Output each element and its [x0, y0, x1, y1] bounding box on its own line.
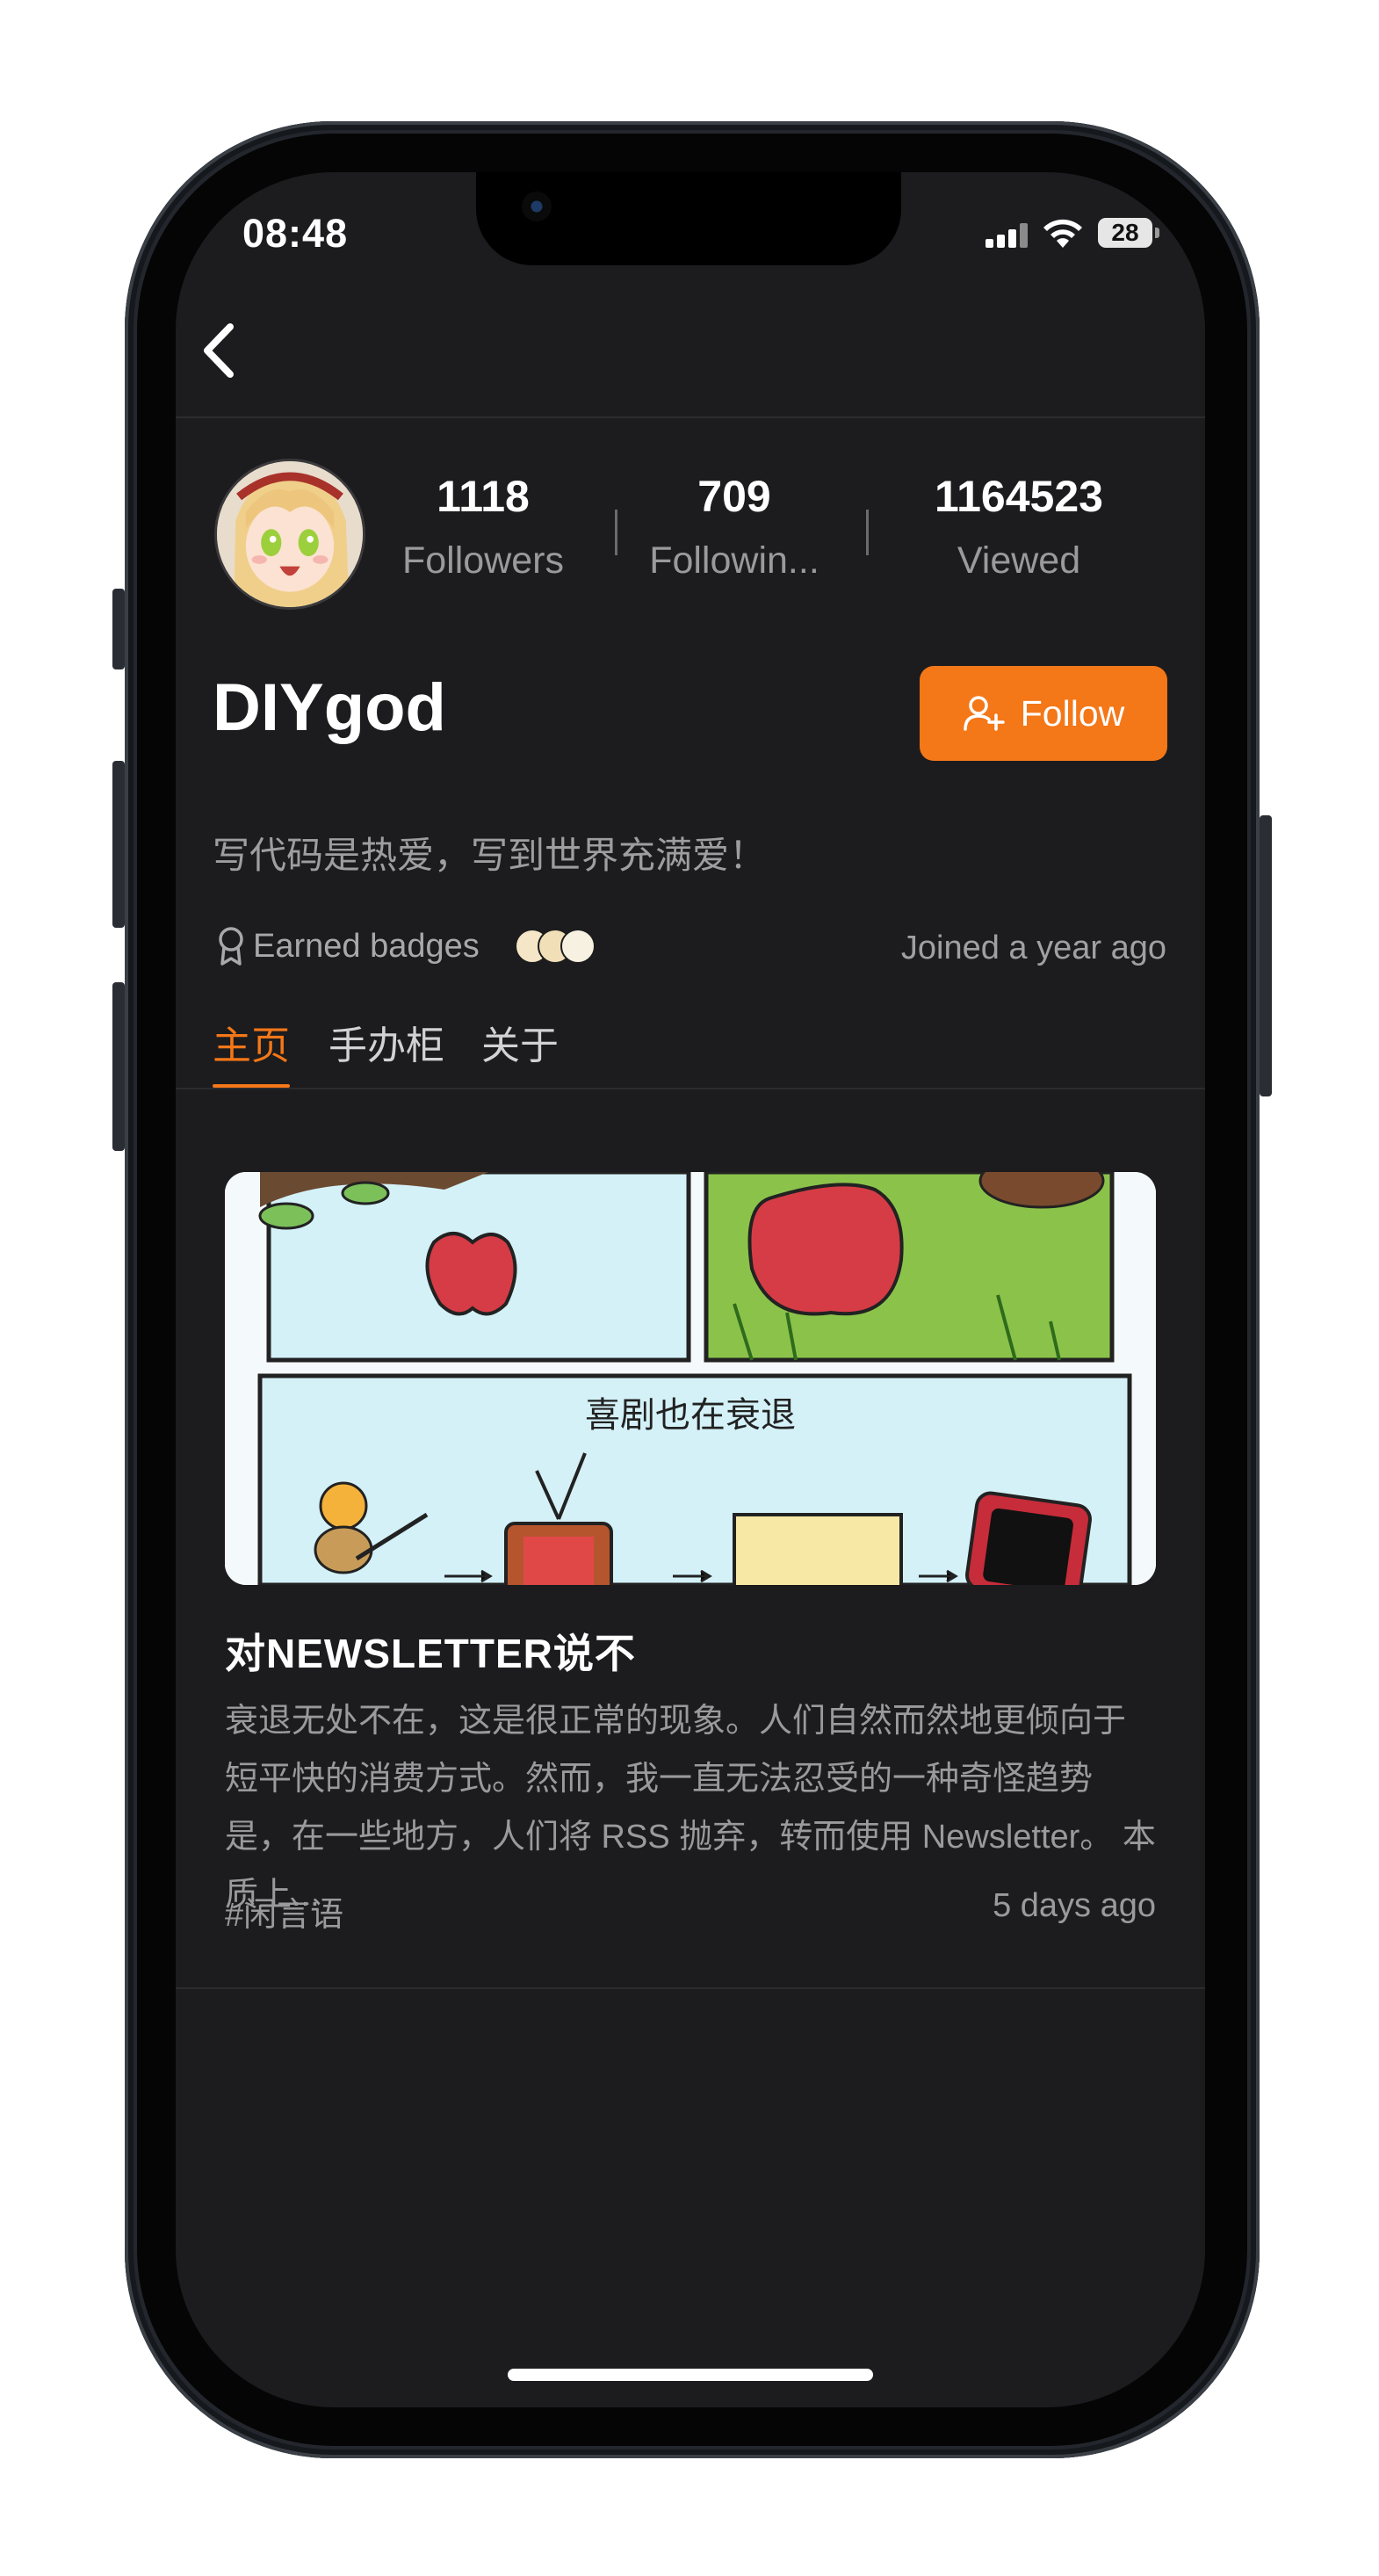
- tab-figure-cabinet[interactable]: 手办柜: [329, 1014, 444, 1070]
- back-chevron-icon[interactable]: [197, 320, 246, 381]
- stat-followers[interactable]: 1118 Followers: [379, 471, 587, 582]
- camera-icon: [522, 192, 552, 221]
- following-label: Followin...: [649, 539, 819, 582]
- user-plus-icon: [964, 696, 1005, 731]
- volume-down-button: [112, 982, 125, 1151]
- post-tag[interactable]: #闲言语: [225, 1887, 343, 1936]
- badge-icon: [560, 929, 596, 964]
- tabs-divider: [176, 1088, 1205, 1089]
- earned-badges[interactable]: Earned badges: [216, 926, 596, 966]
- badges-label: Earned badges: [253, 927, 480, 965]
- cellular-signal-icon: [986, 223, 1031, 248]
- username: DIYgod: [213, 670, 446, 745]
- stat-separator: [615, 510, 617, 555]
- viewed-label: Viewed: [957, 539, 1081, 582]
- battery-icon: 28: [1098, 218, 1159, 248]
- following-count: 709: [697, 472, 771, 521]
- nav-divider: [176, 416, 1205, 418]
- mute-switch: [112, 589, 125, 669]
- post-divider: [176, 1987, 1205, 1989]
- post-timestamp: 5 days ago: [993, 1887, 1156, 1924]
- award-ribbon-icon: [219, 927, 243, 966]
- badge-stack: [514, 929, 596, 964]
- home-indicator[interactable]: [508, 2369, 873, 2381]
- joined-date: Joined a year ago: [900, 930, 1166, 966]
- follow-button[interactable]: Follow: [920, 666, 1167, 761]
- power-button: [1260, 815, 1272, 1096]
- stat-separator: [866, 510, 869, 555]
- status-time: 08:48: [242, 211, 349, 256]
- comic-illustration: 喜剧也在衰退: [225, 1172, 1156, 1585]
- stat-viewed: 1164523 Viewed: [896, 471, 1142, 582]
- tab-about[interactable]: 关于: [481, 1014, 559, 1070]
- wifi-icon: [1043, 219, 1082, 248]
- tab-home[interactable]: 主页: [213, 1014, 290, 1070]
- comic-caption: 喜剧也在衰退: [585, 1395, 796, 1436]
- avatar[interactable]: [214, 459, 365, 610]
- post-title[interactable]: 对NEWSLETTER说不: [225, 1622, 636, 1680]
- stat-following[interactable]: 709 Followin...: [632, 471, 836, 582]
- volume-up-button: [112, 761, 125, 928]
- anime-avatar-illustration: [217, 461, 363, 607]
- followers-label: Followers: [402, 539, 564, 582]
- follow-label: Follow: [1020, 692, 1125, 734]
- post-cover-image[interactable]: 喜剧也在衰退: [225, 1172, 1156, 1585]
- profile-bio: 写代码是热爱，写到世界充满爱！: [213, 835, 767, 876]
- followers-count: 1118: [437, 472, 530, 521]
- app-screen: 08:48 28 1118 Followers 709 Followin... …: [176, 172, 1205, 2407]
- viewed-count: 1164523: [935, 472, 1103, 521]
